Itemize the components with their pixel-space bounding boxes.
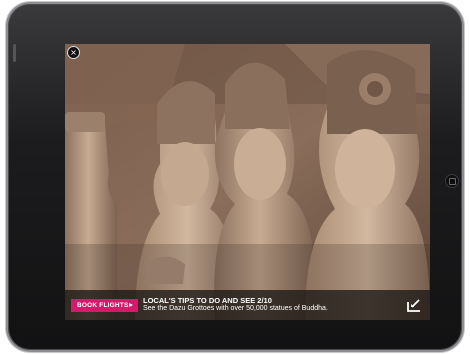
share-arrow-icon[interactable] <box>404 295 424 315</box>
play-arrow-icon <box>129 303 133 307</box>
app-screen: × BOOK FLIGHTS LOCAL'S TIPS TO DO AND SE… <box>65 44 430 320</box>
book-flights-label: BOOK FLIGHTS <box>77 302 129 309</box>
info-bar: BOOK FLIGHTS LOCAL'S TIPS TO DO AND SEE … <box>65 290 430 320</box>
book-flights-button[interactable]: BOOK FLIGHTS <box>71 299 138 312</box>
tip-title: LOCAL'S TIPS TO DO AND SEE 2/10 <box>143 296 272 305</box>
buddha-statues-photo <box>65 44 430 320</box>
close-icon[interactable]: × <box>67 46 80 59</box>
home-button[interactable] <box>445 174 459 188</box>
tip-description: See the Dazu Grottoes with over 50,000 s… <box>143 305 328 312</box>
volume-button <box>13 44 16 62</box>
ipad-device-frame: × BOOK FLIGHTS LOCAL'S TIPS TO DO AND SE… <box>8 4 462 350</box>
